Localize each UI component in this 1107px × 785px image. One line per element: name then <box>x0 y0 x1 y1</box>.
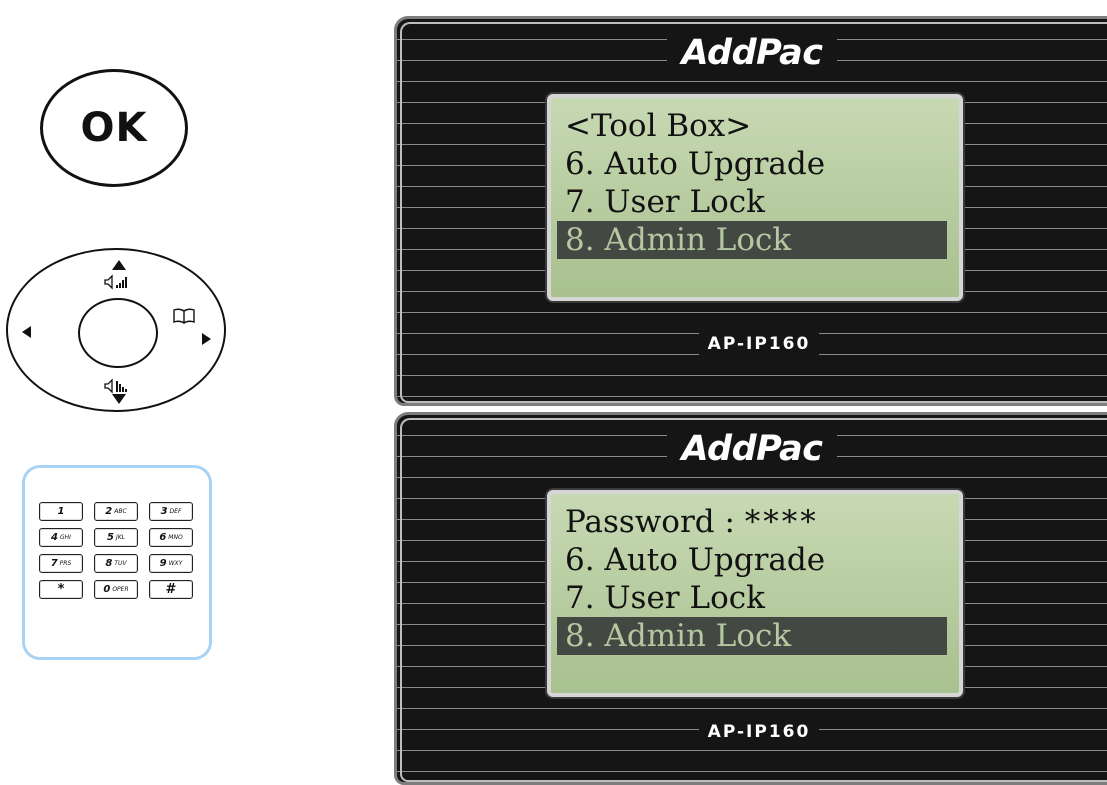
model-label: AP-IP160 <box>699 333 819 355</box>
menu-item-admin-lock[interactable]: 8. Admin Lock <box>557 221 947 259</box>
key-6[interactable]: 6 MNO <box>149 528 193 547</box>
menu-title: <Tool Box> <box>565 108 752 144</box>
key-digit: 7 <box>50 558 58 569</box>
key-7[interactable]: 7 PRS <box>39 554 83 573</box>
nav-left-arrow-icon[interactable] <box>22 326 31 338</box>
key-letters: OPER <box>112 586 129 593</box>
key-letters: GHI <box>60 534 71 541</box>
menu-item-user-lock[interactable]: 7. User Lock <box>551 579 959 617</box>
password-field[interactable]: Password : **** <box>551 503 959 541</box>
ok-button-label: OK <box>80 105 148 151</box>
key-digit: 8 <box>105 558 113 569</box>
key-letters: PRS <box>59 560 72 567</box>
key-5[interactable]: 5 JKL <box>94 528 138 547</box>
lcd-screen: Password : **** 6. Auto Upgrade 7. User … <box>547 490 963 697</box>
key-digit: 3 <box>160 506 168 517</box>
password-label: Password : <box>565 504 745 540</box>
nav-center-button[interactable] <box>78 298 158 368</box>
key-digit: 1 <box>57 506 65 517</box>
keypad-grid: 1 2 ABC 3 DEF 4 GHI 5 JKL 6 MNO 7 PRS 8 … <box>39 502 193 599</box>
phonebook-icon <box>173 308 195 324</box>
key-star[interactable]: * <box>39 580 83 599</box>
key-letters: ABC <box>114 508 127 515</box>
key-letters: MNO <box>168 534 183 541</box>
key-4[interactable]: 4 GHI <box>39 528 83 547</box>
lcd-screen: <Tool Box> 6. Auto Upgrade 7. User Lock … <box>547 94 963 301</box>
navigation-pad <box>6 248 226 412</box>
key-letters: TUV <box>114 560 127 567</box>
nav-up-arrow-icon[interactable] <box>112 260 126 270</box>
key-digit: 5 <box>106 532 114 543</box>
key-8[interactable]: 8 TUV <box>94 554 138 573</box>
menu-item-auto-upgrade[interactable]: 6. Auto Upgrade <box>551 145 959 183</box>
ok-button[interactable]: OK <box>40 69 188 187</box>
brand-logo: AddPac <box>667 427 837 471</box>
key-letters: WXY <box>168 560 183 567</box>
key-3[interactable]: 3 DEF <box>149 502 193 521</box>
volume-down-icon <box>104 378 127 394</box>
dial-keypad: 1 2 ABC 3 DEF 4 GHI 5 JKL 6 MNO 7 PRS 8 … <box>22 465 212 660</box>
key-digit: 9 <box>159 558 167 569</box>
menu-item-user-lock[interactable]: 7. User Lock <box>551 183 959 221</box>
key-1[interactable]: 1 <box>39 502 83 521</box>
key-digit: # <box>165 582 177 597</box>
phone-display-toolbox: AddPac <Tool Box> 6. Auto Upgrade 7. Use… <box>394 16 1107 406</box>
password-mask: **** <box>744 504 819 540</box>
menu-item-admin-lock[interactable]: 8. Admin Lock <box>557 617 947 655</box>
key-hash[interactable]: # <box>149 580 193 599</box>
brand-logo: AddPac <box>667 31 837 75</box>
key-2[interactable]: 2 ABC <box>94 502 138 521</box>
key-0[interactable]: 0 OPER <box>94 580 138 599</box>
menu-item-auto-upgrade[interactable]: 6. Auto Upgrade <box>551 541 959 579</box>
key-digit: 4 <box>51 532 59 543</box>
key-digit: * <box>57 582 65 597</box>
key-letters: JKL <box>115 534 125 541</box>
nav-right-arrow-icon[interactable] <box>202 333 211 345</box>
model-label: AP-IP160 <box>699 721 819 743</box>
phone-display-password: AddPac Password : **** 6. Auto Upgrade 7… <box>394 412 1107 785</box>
key-digit: 0 <box>103 584 111 595</box>
key-digit: 6 <box>159 532 167 543</box>
nav-down-arrow-icon[interactable] <box>112 394 126 404</box>
key-digit: 2 <box>105 506 113 517</box>
key-letters: DEF <box>169 508 182 515</box>
key-9[interactable]: 9 WXY <box>149 554 193 573</box>
volume-up-icon <box>104 274 127 290</box>
